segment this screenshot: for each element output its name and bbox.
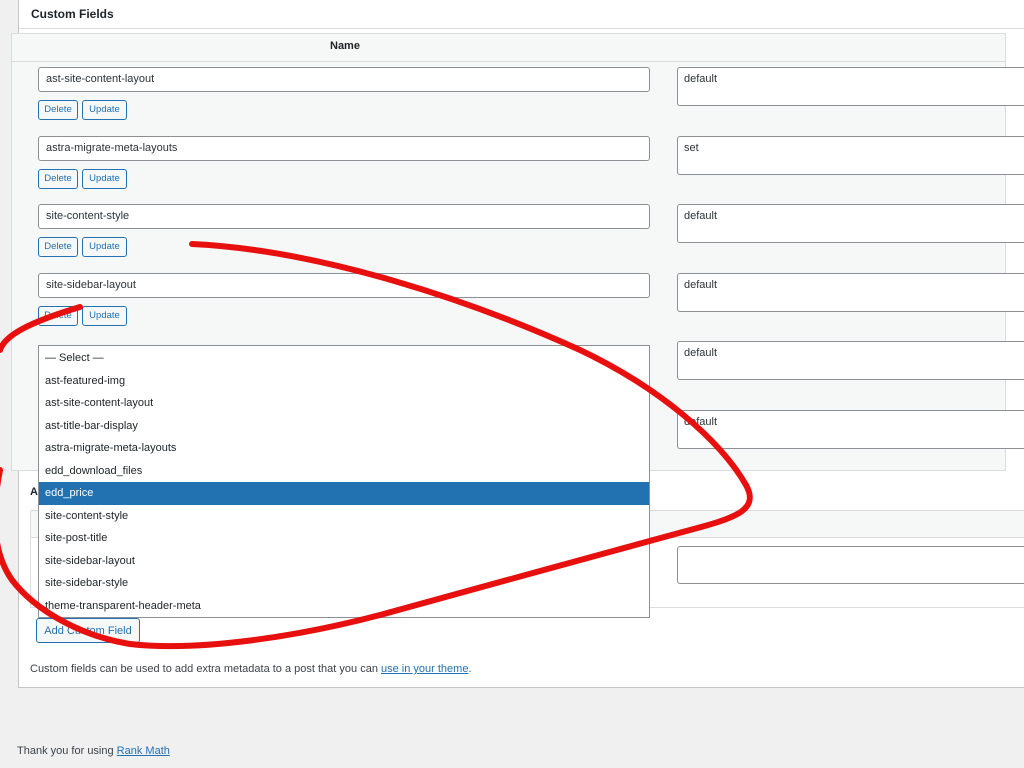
- add-new-heading: A: [30, 486, 38, 498]
- update-button[interactable]: Update: [82, 237, 127, 257]
- meta-value-textarea[interactable]: default: [677, 204, 1024, 243]
- update-button[interactable]: Update: [82, 100, 127, 120]
- admin-footer: Thank you for using Rank Math: [17, 745, 170, 757]
- meta-key-select-dropdown[interactable]: — Select — ast-featured-img ast-site-conte…: [38, 345, 650, 618]
- meta-key-input[interactable]: astra-migrate-meta-layouts: [38, 136, 650, 161]
- meta-value-textarea[interactable]: set: [677, 136, 1024, 175]
- select-option[interactable]: site-content-style: [39, 505, 649, 528]
- footer-text: Thank you for using: [17, 745, 117, 757]
- delete-button[interactable]: Delete: [38, 169, 78, 189]
- select-option[interactable]: site-post-title: [39, 527, 649, 550]
- select-option[interactable]: edd_download_files: [39, 460, 649, 483]
- delete-button[interactable]: Delete: [38, 100, 78, 120]
- update-button[interactable]: Update: [82, 306, 127, 326]
- meta-value-textarea[interactable]: default: [677, 410, 1024, 449]
- meta-value-textarea[interactable]: default: [677, 67, 1024, 106]
- select-option[interactable]: — Select —: [39, 347, 649, 370]
- select-option[interactable]: site-sidebar-layout: [39, 550, 649, 573]
- add-custom-field-button[interactable]: Add Custom Field: [36, 618, 140, 643]
- select-option[interactable]: theme-transparent-header-meta: [39, 595, 649, 618]
- select-option[interactable]: ast-title-bar-display: [39, 415, 649, 438]
- select-option[interactable]: site-sidebar-style: [39, 572, 649, 595]
- help-text-end: .: [468, 663, 472, 675]
- use-in-theme-link[interactable]: use in your theme: [381, 663, 468, 675]
- meta-key-input[interactable]: site-sidebar-layout: [38, 273, 650, 298]
- select-option[interactable]: astra-migrate-meta-layouts: [39, 437, 649, 460]
- meta-value-textarea[interactable]: default: [677, 341, 1024, 380]
- new-meta-value-textarea[interactable]: [677, 546, 1024, 584]
- meta-key-input[interactable]: site-content-style: [38, 204, 650, 229]
- column-header-name: Name: [330, 40, 360, 52]
- help-text-body: Custom fields can be used to add extra m…: [30, 663, 381, 675]
- metabox-title: Custom Fields: [31, 7, 114, 21]
- meta-key-input[interactable]: ast-site-content-layout: [38, 67, 650, 92]
- header-divider: [12, 61, 1006, 62]
- title-divider: [19, 28, 1024, 29]
- help-text: Custom fields can be used to add extra m…: [30, 663, 472, 675]
- select-option[interactable]: edd_price: [39, 482, 649, 505]
- delete-button[interactable]: Delete: [38, 306, 78, 326]
- update-button[interactable]: Update: [82, 169, 127, 189]
- rank-math-link[interactable]: Rank Math: [117, 745, 170, 757]
- select-option[interactable]: ast-featured-img: [39, 370, 649, 393]
- select-option[interactable]: ast-site-content-layout: [39, 392, 649, 415]
- meta-value-textarea[interactable]: default: [677, 273, 1024, 312]
- delete-button[interactable]: Delete: [38, 237, 78, 257]
